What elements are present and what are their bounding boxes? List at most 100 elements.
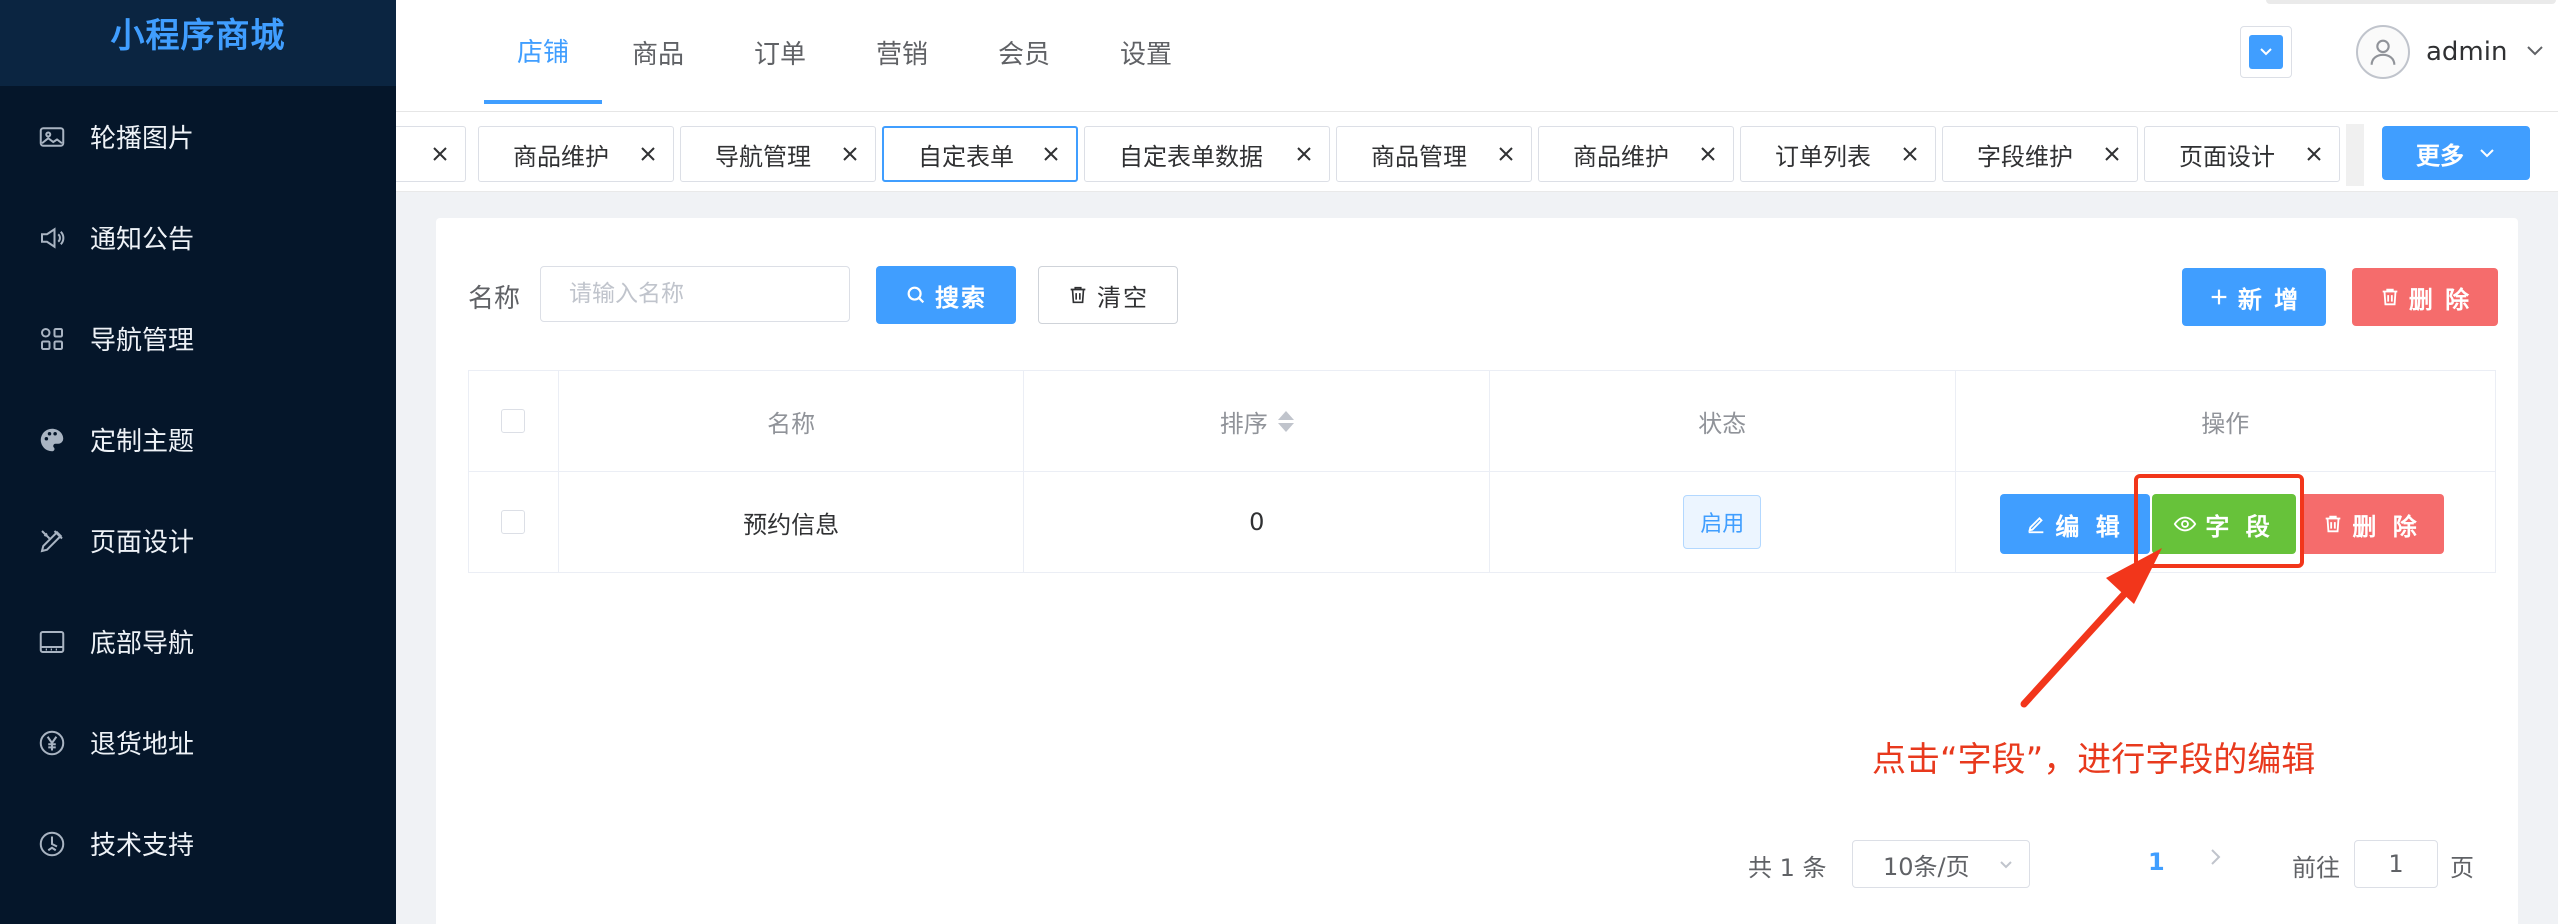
- tab-goods[interactable]: 商品: [618, 0, 698, 104]
- tag-item[interactable]: 导航管理: [680, 126, 876, 182]
- content-card: 名称 搜索 清空 新 增 删 除 名称 排序 状态 操作: [436, 218, 2518, 924]
- tag-label: 自定表单数据: [1119, 142, 1263, 171]
- yen-icon: [36, 727, 68, 759]
- select-all-checkbox[interactable]: [501, 409, 526, 433]
- close-icon[interactable]: [839, 143, 861, 165]
- page-suffix: 页: [2450, 854, 2474, 882]
- status-badge: 启用: [1683, 495, 1762, 549]
- annotation-highlight-box: [2133, 474, 2304, 568]
- close-icon[interactable]: [1040, 143, 1062, 165]
- tab-orders[interactable]: 订单: [740, 0, 820, 104]
- support-icon: [36, 828, 68, 860]
- sidebar-item-carousel[interactable]: 轮播图片: [0, 86, 396, 187]
- header-status: 状态: [1490, 371, 1956, 471]
- tab-marketing[interactable]: 营销: [862, 0, 942, 104]
- close-icon[interactable]: [429, 143, 451, 165]
- tag-label: 字段维护: [1977, 142, 2073, 171]
- sidebar-item-label: 轮播图片: [90, 124, 195, 154]
- sidebar-item-theme[interactable]: 定制主题: [0, 389, 396, 490]
- close-icon[interactable]: [1899, 143, 1921, 165]
- top-navbar: 店铺 商品 订单 营销 会员 设置 admin: [396, 0, 2558, 112]
- close-icon[interactable]: [2101, 143, 2123, 165]
- sidebar-item-label: 底部导航: [90, 629, 195, 659]
- sidebar-menu: 轮播图片 通知公告 导航管理 定制主题 页面设计 底部导航 退货地址 技术支持: [0, 86, 396, 894]
- header-sort-cell[interactable]: 排序: [1024, 371, 1490, 471]
- header-actions: 操作: [2201, 409, 2250, 438]
- tag-item[interactable]: 页面设计: [2144, 126, 2340, 182]
- page-size-select[interactable]: 10条/页: [1852, 840, 2030, 888]
- search-label: 搜索: [935, 283, 987, 312]
- edit-button[interactable]: 编 辑: [1999, 494, 2150, 554]
- sidebar-item-page-design[interactable]: 页面设计: [0, 490, 396, 591]
- tab-members[interactable]: 会员: [984, 0, 1064, 104]
- table-header-row: 名称 排序 状态 操作: [469, 371, 2495, 472]
- close-icon[interactable]: [637, 143, 659, 165]
- more-label: 更多: [2416, 141, 2464, 170]
- tag-item[interactable]: 商品维护: [1538, 126, 1734, 182]
- sort-caret-icon[interactable]: [1277, 410, 1294, 432]
- clear-button[interactable]: 清空: [1038, 266, 1178, 324]
- sidebar-item-label: 技术支持: [90, 831, 195, 861]
- add-button[interactable]: 新 增: [2182, 268, 2326, 326]
- chevron-down-icon: [2525, 43, 2545, 62]
- more-tags-button[interactable]: 更多: [2382, 126, 2530, 180]
- tab-settings[interactable]: 设置: [1106, 0, 1186, 104]
- delete-label: 删 除: [2408, 285, 2472, 314]
- edit-icon: [2028, 517, 2044, 534]
- sidebar-item-notice[interactable]: 通知公告: [0, 187, 396, 288]
- annotation-text: 点击“字段”，进行字段的编辑: [1872, 740, 2316, 780]
- plus-icon: [2211, 289, 2227, 305]
- close-icon[interactable]: [1495, 143, 1517, 165]
- header-name: 名称: [559, 371, 1025, 471]
- sidebar-item-return-address[interactable]: 退货地址: [0, 692, 396, 793]
- search-button[interactable]: 搜索: [876, 266, 1016, 324]
- row-checkbox[interactable]: [501, 510, 526, 534]
- data-table: 名称 排序 状态 操作 预约信息 0 启用 编 辑 字 段 删 除: [468, 370, 2496, 573]
- sidebar-item-label: 导航管理: [90, 326, 195, 356]
- page-size-value: 10条/页: [1883, 852, 1970, 881]
- page-number-current[interactable]: 1: [2148, 848, 2165, 876]
- trash-icon: [1070, 286, 1086, 304]
- sidebar-item-support[interactable]: 技术支持: [0, 793, 396, 894]
- header-sort: 排序: [1219, 409, 1268, 438]
- close-icon[interactable]: [1293, 143, 1315, 165]
- tag-item[interactable]: 自定表单数据: [1084, 126, 1330, 182]
- theme-select[interactable]: [2240, 26, 2292, 78]
- dropdown-shadow: [2266, 0, 2556, 4]
- speaker-icon: [36, 222, 68, 254]
- close-icon[interactable]: [2303, 143, 2325, 165]
- tag-item-partial[interactable]: [396, 126, 466, 182]
- sidebar-item-label: 定制主题: [90, 427, 195, 457]
- cell-name: 预约信息: [559, 472, 1025, 572]
- tags-scroll-edge: [2346, 124, 2364, 186]
- clear-label: 清空: [1097, 283, 1149, 312]
- tag-label: 自定表单: [918, 142, 1014, 171]
- next-page-icon[interactable]: [2204, 844, 2226, 874]
- tag-label: 商品维护: [513, 142, 609, 171]
- chevron-down-icon: [2480, 149, 2494, 158]
- sidebar-item-bottom-nav[interactable]: 底部导航: [0, 591, 396, 692]
- chevron-down-icon: [2000, 861, 2012, 869]
- tag-item[interactable]: 商品维护: [478, 126, 674, 182]
- tags-view-bar: 商品维护 导航管理 自定表单 自定表单数据 商品管理 商品维护 订单列表 字段维…: [396, 112, 2558, 192]
- actions-group: 编 辑 字 段 删 除: [1956, 472, 2495, 572]
- avatar: [2356, 25, 2410, 79]
- tab-shop[interactable]: 店铺: [484, 0, 602, 104]
- app-title: 小程序商城: [110, 16, 286, 56]
- name-search-input[interactable]: [540, 266, 850, 322]
- sidebar-item-navigation[interactable]: 导航管理: [0, 288, 396, 389]
- pagination-total: 共 1 条: [1748, 854, 1827, 882]
- name-filter-label: 名称: [468, 284, 521, 314]
- goto-label: 前往: [2292, 854, 2340, 882]
- goto-page-input[interactable]: [2354, 840, 2438, 888]
- batch-delete-button[interactable]: 删 除: [2352, 268, 2498, 326]
- tag-item[interactable]: 商品管理: [1336, 126, 1532, 182]
- tag-item-active[interactable]: 自定表单: [882, 126, 1078, 182]
- grid-icon: [36, 323, 68, 355]
- row-delete-button[interactable]: 删 除: [2299, 494, 2444, 554]
- tag-item[interactable]: 字段维护: [1942, 126, 2138, 182]
- close-icon[interactable]: [1697, 143, 1719, 165]
- palette-icon: [36, 424, 68, 456]
- user-menu[interactable]: admin: [2356, 22, 2545, 82]
- tag-item[interactable]: 订单列表: [1740, 126, 1936, 182]
